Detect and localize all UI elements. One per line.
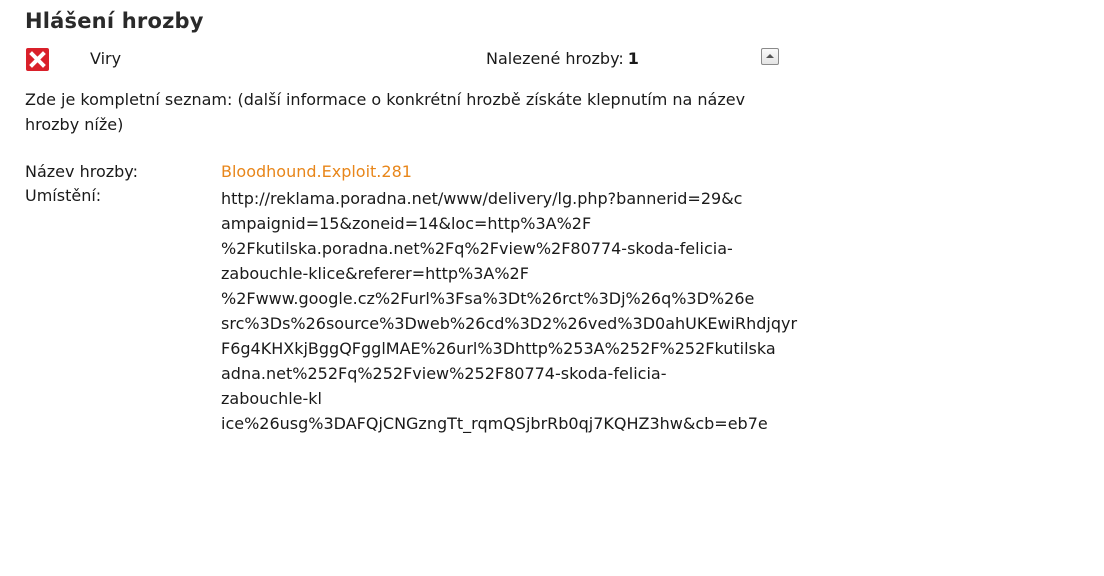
threat-name-label: Název hrozby:: [25, 162, 138, 181]
location-value: http://reklama.poradna.net/www/delivery/…: [221, 186, 801, 436]
location-line: zabouchle-kl: [221, 389, 322, 408]
threat-name-link[interactable]: Bloodhound.Exploit.281: [221, 162, 412, 181]
location-line: ice%26usg%3DAFQjCNGzngTt_rqmQSjbrRb0qj7K…: [221, 414, 768, 433]
threat-category: Viry: [90, 49, 122, 68]
red-x-icon: [26, 48, 49, 71]
location-line: ampaignid=15&zoneid=14&loc=http%3A%2F: [221, 214, 592, 233]
found-threats-number: 1: [627, 49, 639, 68]
location-line: %2Fwww.google.cz%2Furl%3Fsa%3Dt%26rct%3D…: [221, 289, 755, 308]
collapse-button[interactable]: [761, 48, 779, 65]
location-line: %2Fkutilska.poradna.net%2Fq%2Fview%2F807…: [221, 239, 733, 258]
intro-text: Zde je kompletní seznam: (další informac…: [25, 90, 746, 134]
location-line: zabouchle-klice&referer=http%3A%2F: [221, 264, 529, 283]
location-line: src%3Ds%26source%3Dweb%26cd%3D2%26ved%3D…: [221, 314, 798, 333]
location-label: Umístění:: [25, 186, 102, 205]
page-title: Hlášení hrozby: [25, 9, 204, 33]
location-line: adna.net%252Fq%252Fview%252F80774-skoda-…: [221, 364, 667, 383]
found-threats-count: Nalezené hrozby: 1: [486, 49, 639, 68]
chevron-up-icon: [766, 54, 774, 58]
location-line: http://reklama.poradna.net/www/delivery/…: [221, 189, 743, 208]
location-line: F6g4KHXkjBggQFgglMAE%26url%3Dhttp%253A%2…: [221, 339, 776, 358]
found-threats-label: Nalezené hrozby:: [486, 49, 624, 68]
